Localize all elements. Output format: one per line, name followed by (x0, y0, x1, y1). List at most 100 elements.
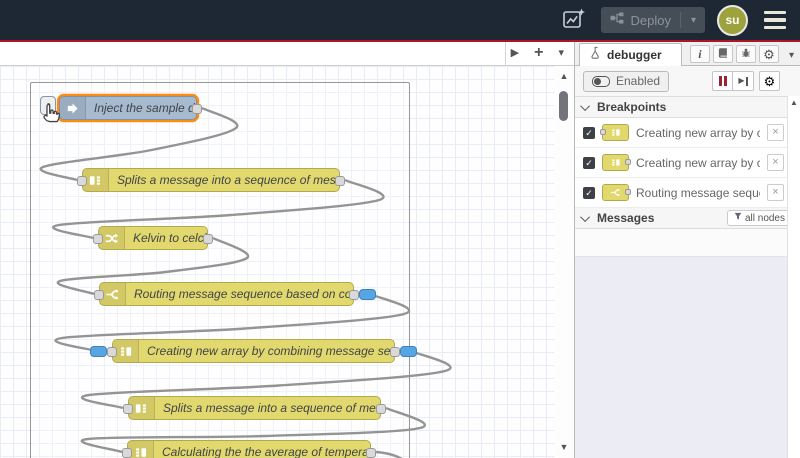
port-marker (625, 189, 631, 195)
breakpoint-label: Creating new array by combining message … (636, 155, 760, 170)
input-port[interactable] (94, 290, 104, 300)
workspace: ▶ + ▾ Inject the sample data Splits a mes… (0, 42, 575, 458)
breakpoint-indicator[interactable] (400, 346, 417, 357)
sidebar-tabs-caret-icon[interactable]: ▾ (783, 49, 800, 62)
pause-button[interactable] (712, 71, 733, 91)
scrollbar-thumb[interactable] (559, 91, 568, 121)
tab-help[interactable] (712, 45, 733, 63)
canvas-scrollbar: ▲ ▼ (554, 66, 574, 458)
messages-section-header[interactable]: Messages all nodes (575, 208, 800, 229)
ai-assistant-button[interactable] (559, 6, 589, 34)
enabled-label: Enabled (616, 74, 661, 88)
flow-node-change[interactable]: Kelvin to celcius (93, 226, 213, 250)
filter-label: all nodes (744, 212, 785, 224)
breakpoint-row: ✓ Creating new array by combining message… (575, 148, 800, 178)
tab-scroll-right-icon[interactable]: ▶ (509, 48, 521, 59)
breakpoint-checkbox[interactable]: ✓ (583, 186, 595, 199)
book-icon (717, 47, 729, 62)
debugger-enabled-toggle[interactable]: Enabled (583, 70, 670, 92)
chevron-down-icon (580, 100, 591, 111)
user-avatar[interactable]: su (717, 4, 748, 36)
breakpoint-indicator[interactable] (359, 289, 376, 300)
join-node-icon (602, 154, 631, 171)
messages-toolbar-blank (575, 229, 788, 257)
debugger-settings-button[interactable]: ⚙ (759, 71, 780, 91)
breakpoint-row: ✓ Routing message sequence based on condi… (575, 178, 800, 208)
menu-icon (764, 10, 786, 15)
input-port[interactable] (93, 234, 103, 244)
input-port[interactable] (122, 448, 132, 458)
output-port[interactable] (192, 104, 202, 114)
node-label: Routing message sequence based on condit… (134, 287, 353, 301)
breakpoint-indicator[interactable] (90, 346, 107, 357)
gear-icon: ⚙ (763, 46, 775, 62)
deploy-button[interactable]: Deploy ▾ (600, 7, 705, 33)
deploy-caret-icon[interactable]: ▾ (688, 15, 699, 26)
breakpoints-section-header[interactable]: Breakpoints (575, 97, 800, 118)
flow-tabstrip: ▶ + ▾ (0, 42, 574, 66)
remove-breakpoint-button[interactable]: × (767, 154, 784, 171)
hand-cursor-icon (40, 102, 62, 133)
flow-node-switch[interactable]: Routing message sequence based on condit… (94, 282, 376, 306)
main-menu-button[interactable] (760, 7, 790, 34)
sidebar-scrollbar: ▲ (787, 96, 800, 458)
ai-assistant-icon (561, 6, 587, 35)
breakpoint-checkbox[interactable]: ✓ (583, 126, 595, 139)
toggle-icon (592, 75, 610, 87)
input-port[interactable] (77, 176, 87, 186)
filter-all-nodes-button[interactable]: all nodes (726, 210, 792, 226)
deploy-nodes-icon (610, 11, 624, 29)
flask-icon (590, 46, 602, 65)
add-flow-button[interactable]: + (532, 44, 545, 61)
breakpoint-label: Routing message sequence based on condit… (636, 185, 760, 200)
remove-breakpoint-button[interactable]: × (767, 184, 784, 201)
main-area: ▶ + ▾ Inject the sample data Splits a mes… (0, 42, 800, 458)
step-icon: ▶ (738, 76, 748, 86)
messages-title: Messages (597, 211, 655, 225)
node-label: Splits a message into a sequence of mess… (163, 401, 380, 415)
breakpoints-title: Breakpoints (597, 100, 667, 114)
flow-node-inject[interactable]: Inject the sample data (40, 96, 202, 120)
tab-config-nodes[interactable]: ⚙ (758, 45, 779, 63)
flow-node-join[interactable]: Creating new array by combining message … (90, 339, 417, 363)
deploy-separator (679, 12, 681, 28)
node-label: Calculating the the average of temperatu… (162, 445, 370, 458)
flow-list-caret-icon[interactable]: ▾ (556, 48, 566, 59)
scroll-up-icon[interactable]: ▲ (788, 98, 800, 107)
output-port[interactable] (390, 347, 400, 357)
input-port[interactable] (123, 404, 133, 414)
sidebar-tabbar: debugger i ⚙ ▾ (575, 42, 800, 66)
flow-node-split[interactable]: Splits a message into a sequence of mess… (123, 396, 386, 420)
tab-debug-messages[interactable] (735, 45, 756, 63)
breakpoints-list: ✓ Creating new array by combining message… (575, 118, 800, 208)
scroll-down-icon[interactable]: ▼ (554, 442, 574, 452)
remove-breakpoint-button[interactable]: × (767, 124, 784, 141)
port-marker (625, 159, 631, 165)
node-label: Creating new array by combining message … (147, 344, 394, 358)
header: Deploy ▾ su (0, 0, 800, 40)
tab-debugger-label: debugger (607, 48, 662, 62)
messages-empty-area (575, 257, 788, 458)
debugger-toolbar: Enabled ▶ ⚙ (575, 66, 800, 97)
tab-debugger[interactable]: debugger (579, 43, 682, 66)
output-port[interactable] (203, 234, 213, 244)
breakpoint-checkbox[interactable]: ✓ (583, 156, 595, 169)
output-port[interactable] (335, 176, 345, 186)
chevron-down-icon (580, 211, 591, 222)
port-marker (600, 129, 606, 135)
tab-info[interactable]: i (689, 45, 710, 63)
tabstrip-separator (505, 42, 506, 65)
output-port[interactable] (349, 290, 359, 300)
flow-canvas[interactable]: Inject the sample data Splits a message i… (0, 66, 574, 458)
pause-icon (718, 76, 727, 86)
flow-node-split[interactable]: Splits a message into a sequence of mess… (77, 168, 345, 192)
deploy-label: Deploy (630, 12, 671, 28)
node-label: Inject the sample data (94, 101, 196, 115)
scroll-up-icon[interactable]: ▲ (554, 71, 574, 81)
step-button[interactable]: ▶ (733, 71, 754, 91)
flow-node-join[interactable]: Calculating the the average of temperatu… (122, 440, 376, 458)
input-port[interactable] (107, 347, 117, 357)
output-port[interactable] (376, 404, 386, 414)
info-icon: i (698, 46, 702, 61)
output-port[interactable] (366, 448, 376, 458)
